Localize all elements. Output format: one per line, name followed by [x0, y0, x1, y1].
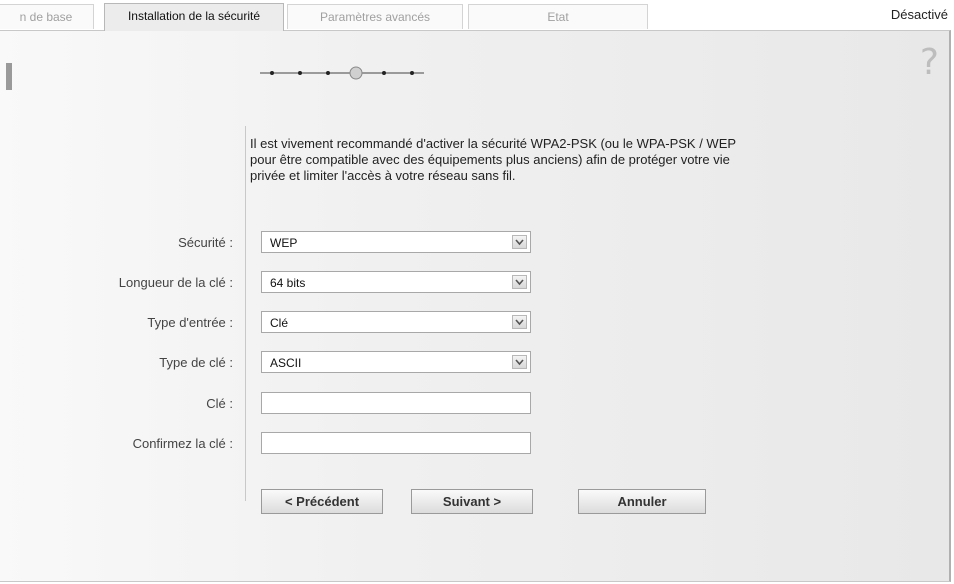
wizard-step-dot	[326, 71, 330, 75]
wizard-step-dot	[270, 71, 274, 75]
wizard-steps-graphic	[260, 66, 424, 80]
tab-advanced-settings[interactable]: Paramètres avancés	[287, 4, 463, 29]
security-value: WEP	[270, 236, 298, 250]
tab-bar: n de base Installation de la sécurité Pa…	[0, 0, 954, 31]
chevron-down-icon[interactable]	[512, 355, 527, 369]
key-type-label: Type de clé :	[159, 355, 233, 370]
cancel-button[interactable]: Annuler	[578, 489, 706, 514]
entry-type-label: Type d'entrée :	[147, 315, 233, 330]
chevron-down-icon[interactable]	[512, 315, 527, 329]
entry-type-select[interactable]: Clé	[261, 311, 531, 333]
security-row: Sécurité : WEP	[0, 231, 949, 255]
security-label: Sécurité :	[178, 235, 233, 250]
key-input[interactable]	[261, 392, 531, 414]
key-length-select[interactable]: 64 bits	[261, 271, 531, 293]
tab-security-setup[interactable]: Installation de la sécurité	[104, 3, 284, 31]
key-length-value: 64 bits	[270, 276, 306, 290]
entry-type-row: Type d'entrée : Clé	[0, 311, 949, 335]
confirm-key-label: Confirmez la clé :	[132, 436, 233, 451]
confirm-key-input[interactable]	[261, 432, 531, 454]
chevron-down-icon[interactable]	[512, 235, 527, 249]
key-row: Clé :	[0, 392, 949, 416]
intro-text: Il est vivement recommandé d'activer la …	[250, 136, 736, 183]
help-icon[interactable]: ?	[920, 45, 939, 81]
wizard-step-dot	[298, 71, 302, 75]
security-select[interactable]: WEP	[261, 231, 531, 253]
wizard-step-dot	[410, 71, 414, 75]
tab-basic[interactable]: n de base	[0, 4, 94, 29]
chevron-down-icon[interactable]	[512, 275, 527, 289]
key-length-label: Longueur de la clé :	[118, 275, 233, 290]
left-marker	[6, 63, 12, 90]
wizard-step-dot	[382, 71, 386, 75]
key-type-select[interactable]: ASCII	[261, 351, 531, 373]
entry-type-value: Clé	[270, 316, 289, 330]
status-text: Désactivé	[890, 7, 948, 22]
key-label: Clé :	[206, 396, 233, 411]
key-type-value: ASCII	[270, 356, 302, 370]
wizard-steps	[258, 63, 478, 83]
confirm-key-row: Confirmez la clé :	[0, 432, 949, 456]
key-length-row: Longueur de la clé : 64 bits	[0, 271, 949, 295]
key-type-row: Type de clé : ASCII	[0, 351, 949, 375]
next-button[interactable]: Suivant >	[411, 489, 533, 514]
tab-status[interactable]: Etat	[468, 4, 648, 29]
wizard-step-current	[349, 66, 363, 80]
previous-button[interactable]: < Précédent	[261, 489, 383, 514]
